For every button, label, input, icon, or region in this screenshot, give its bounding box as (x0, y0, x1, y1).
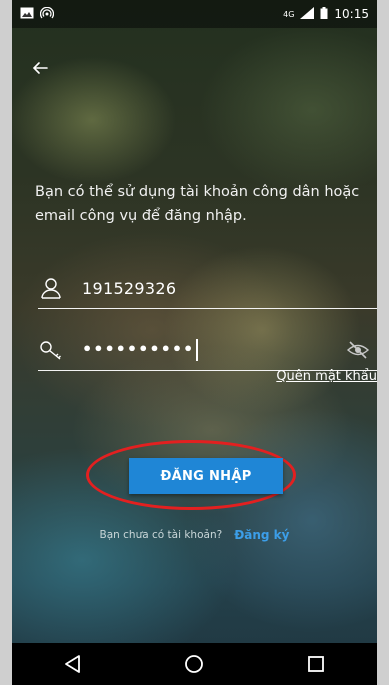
password-input[interactable]: •••••••••• (82, 339, 199, 361)
battery-icon (320, 6, 328, 22)
status-bar-right: 4G 10:15 (283, 6, 369, 22)
phone-screen: 4G 10:15 Bạn có thể sử dụng tài khoản cô… (12, 0, 377, 685)
signup-row: Bạn chưa có tài khoản? Đăng ký (12, 528, 377, 542)
navigation-bar (12, 643, 377, 685)
status-time: 10:15 (334, 7, 369, 21)
login-button[interactable]: ĐĂNG NHẬP (129, 458, 283, 494)
signal-icon (300, 6, 315, 22)
signup-question: Bạn chưa có tài khoản? (99, 529, 223, 541)
status-bar-left (20, 6, 55, 22)
image-icon (20, 7, 34, 22)
hotspot-icon (39, 6, 55, 22)
username-input[interactable]: 191529326 (82, 279, 176, 298)
recents-square-icon[interactable] (301, 649, 331, 679)
user-icon (38, 276, 64, 300)
status-bar: 4G 10:15 (12, 0, 377, 28)
back-triangle-icon[interactable] (58, 649, 88, 679)
password-field[interactable]: •••••••••• (38, 330, 377, 371)
key-icon (38, 338, 64, 362)
home-circle-icon[interactable] (179, 649, 209, 679)
network-4g-icon: 4G (283, 9, 295, 19)
password-mask: •••••••••• (82, 339, 195, 359)
text-cursor (196, 339, 199, 361)
back-arrow-icon[interactable] (32, 58, 56, 82)
signup-link[interactable]: Đăng ký (234, 528, 289, 542)
forgot-password-link[interactable]: Quên mật khẩu (276, 367, 377, 386)
username-field[interactable]: 191529326 (38, 268, 377, 309)
login-description: Bạn có thể sử dụng tài khoản công dân ho… (35, 184, 360, 224)
eye-off-icon[interactable] (346, 338, 370, 362)
